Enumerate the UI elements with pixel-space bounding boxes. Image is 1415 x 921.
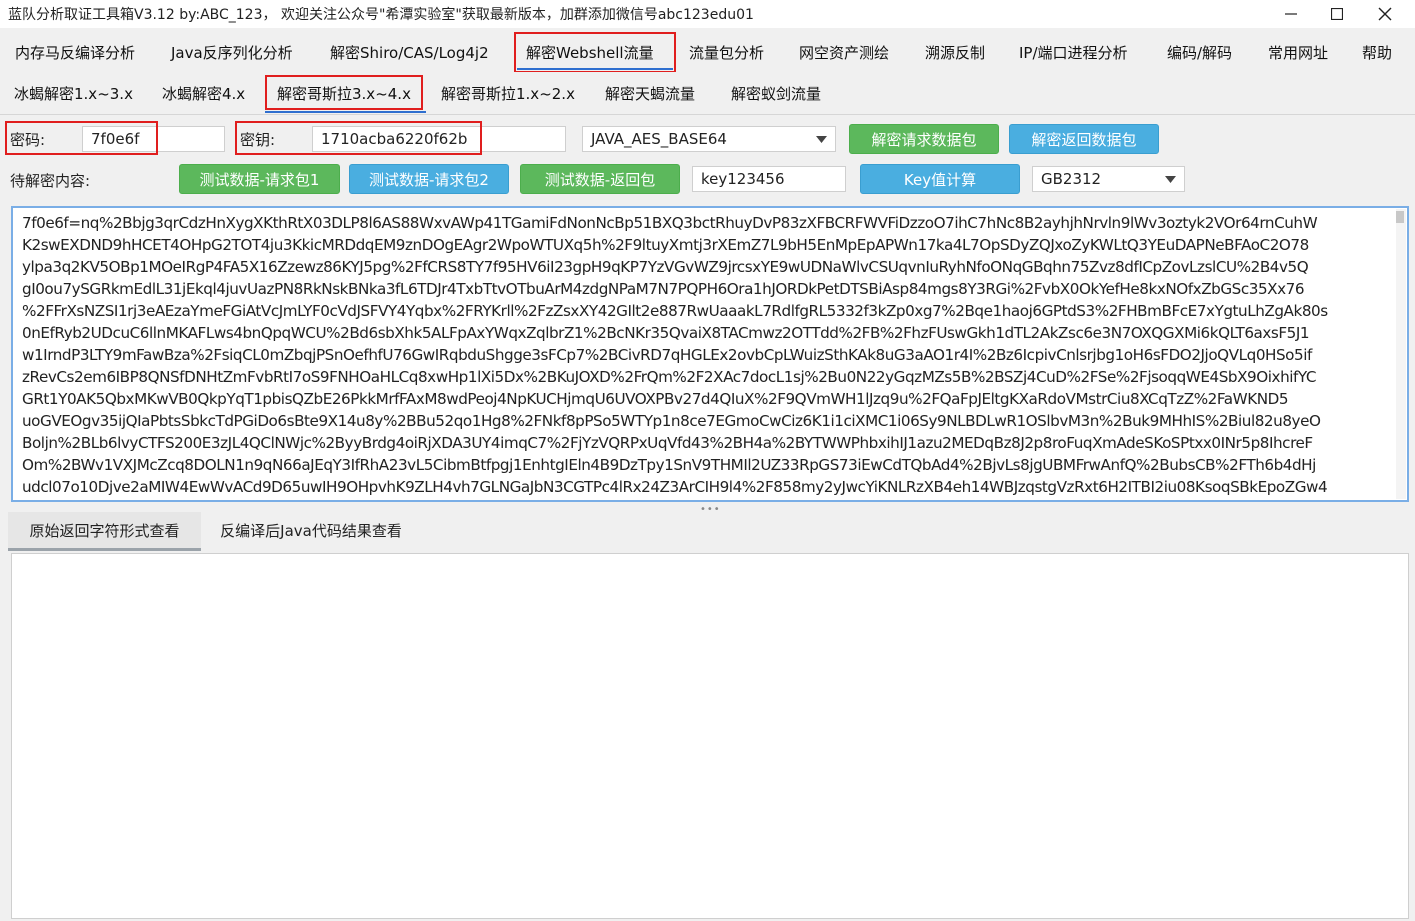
tab-antsword[interactable]: 解密蚁剑流量 [731,83,821,104]
minimize-icon [1285,13,1297,15]
menu-item-encode-decode[interactable]: 编码/解码 [1167,42,1232,63]
menu-item-asset-mapping[interactable]: 网空资产测绘 [799,42,889,63]
window-title: 蓝队分析取证工具箱V3.12 by:ABC_123， 欢迎关注公众号"希潭实验室… [8,7,754,23]
tab-tianxie[interactable]: 解密天蝎流量 [605,83,695,104]
chevron-down-icon [816,136,827,143]
tab-raw-string[interactable]: 原始返回字符形式查看 [8,512,201,551]
result-output-area[interactable] [11,553,1409,919]
content-line: 7f0e6f=nq%2Bbjg3qrCdzHnXygXKthRtX03DLP8l… [22,214,1318,232]
scrollbar-thumb[interactable] [1396,211,1404,223]
content-label: 待解密内容: [10,172,91,190]
content-line: w1IrndP3LTY9mFawBza%2FsiqCL0mZbqjPSnOefh… [22,346,1312,364]
active-subtab-underline [265,111,426,113]
chevron-down-icon [1165,176,1176,183]
title-bar: 蓝队分析取证工具箱V3.12 by:ABC_123， 欢迎关注公众号"希潭实验室… [0,0,1415,28]
menu-item-help[interactable]: 帮助 [1362,42,1392,63]
menu-item-traceback[interactable]: 溯源反制 [925,42,985,63]
tab-behinder-4[interactable]: 冰蝎解密4.x [162,83,245,104]
test-response-button[interactable]: 测试数据-返回包 [520,164,680,194]
minimize-button[interactable] [1268,0,1314,28]
content-line: gI0ou7ySGRkmEdlL31jEkql4juvUazPN8RkNskBN… [22,280,1305,298]
decrypt-response-button[interactable]: 解密返回数据包 [1009,124,1159,154]
content-line: GRt1Y0AK5QbxMKwVB0QkpYqT1pbisQZbE26PkkMr… [22,390,1289,408]
test-request1-button[interactable]: 测试数据-请求包1 [179,164,340,194]
content-line: Om%2BWv1VXJMcZcq8DOLN1n9qN66aJEqY3IfRhA2… [22,456,1316,474]
highlight-box-key [235,121,482,155]
menu-item-shiro[interactable]: 解密Shiro/CAS/Log4j2 [330,42,489,63]
key-calc-input[interactable]: key123456 [692,166,846,192]
vertical-scrollbar[interactable] [1396,209,1406,499]
highlight-box-password [5,121,158,155]
cipher-mode-value: JAVA_AES_BASE64 [591,130,727,148]
encrypted-content-lines: 7f0e6f=nq%2Bbjg3qrCdzHnXygXKthRtX03DLP8l… [22,212,1392,498]
content-line: zRevCs2em6IBP8QNSfDNHtZmFvbRtI7oS9FNHOaH… [22,368,1317,386]
tab-behinder-1-3[interactable]: 冰蝎解密1.x~3.x [14,83,133,104]
cipher-mode-select[interactable]: JAVA_AES_BASE64 [582,126,836,152]
highlight-box-webshell-menu [514,32,676,73]
maximize-button[interactable] [1314,0,1360,28]
encoding-value: GB2312 [1041,170,1102,188]
menu-item-pcap[interactable]: 流量包分析 [689,42,764,63]
content-line: udcl07o10Djve2aMIW4EwWvACd9D65uwIH9OHpvh… [22,478,1328,496]
tab-godzilla-1-2[interactable]: 解密哥斯拉1.x~2.x [441,83,575,104]
close-icon [1378,7,1392,21]
tab-java-decompiled[interactable]: 反编译后Java代码结果查看 [205,512,417,548]
content-line: 0nEfRyb2UDcuC6llnMKAFLws4bnQpqWCU%2Bd6sb… [22,324,1310,342]
test-request2-button[interactable]: 测试数据-请求包2 [349,164,509,194]
content-line: uoGVEOgv35ijQIaPbtsSbkcTdPGiDo6sBte9X14u… [22,412,1321,430]
menu-item-ip-port[interactable]: IP/端口进程分析 [1019,42,1128,63]
content-line: Boljn%2BLb6lvyCTFS200E3zJL4QClNWjc%2ByyB… [22,434,1313,452]
splitter-handle[interactable]: ••• [700,504,721,515]
content-line: %2FFrXsNZSI1rj3eAEzaYmeFGiAtVcJmLYF0cVdJ… [22,302,1328,320]
maximize-icon [1331,8,1343,20]
menu-item-urls[interactable]: 常用网址 [1268,42,1328,63]
main-menu-bar: 内存马反编译分析 Java反序列化分析 解密Shiro/CAS/Log4j2 解… [0,30,1415,73]
menu-item-java-deser[interactable]: Java反序列化分析 [171,42,293,63]
decrypt-request-button[interactable]: 解密请求数据包 [849,124,999,154]
content-line: ylpa3q2KV5OBp1MOeIRgP4FA5X16Zzewz86KYJ5p… [22,258,1309,276]
close-button[interactable] [1362,0,1408,28]
sub-tab-bar: 冰蝎解密1.x~3.x 冰蝎解密4.x 解密哥斯拉3.x~4.x 解密哥斯拉1.… [0,72,1415,115]
key-calc-button[interactable]: Key值计算 [860,164,1020,194]
content-line: K2swEXDND9hHCET4OHpG2TOT4ju3KkicMRDdqEM9… [22,236,1309,254]
encoding-select[interactable]: GB2312 [1032,166,1185,192]
highlight-box-godzilla-tab [265,75,423,110]
menu-item-memshell[interactable]: 内存马反编译分析 [15,42,135,63]
encrypted-content-textarea[interactable]: 7f0e6f=nq%2Bbjg3qrCdzHnXygXKthRtX03DLP8l… [11,206,1409,502]
